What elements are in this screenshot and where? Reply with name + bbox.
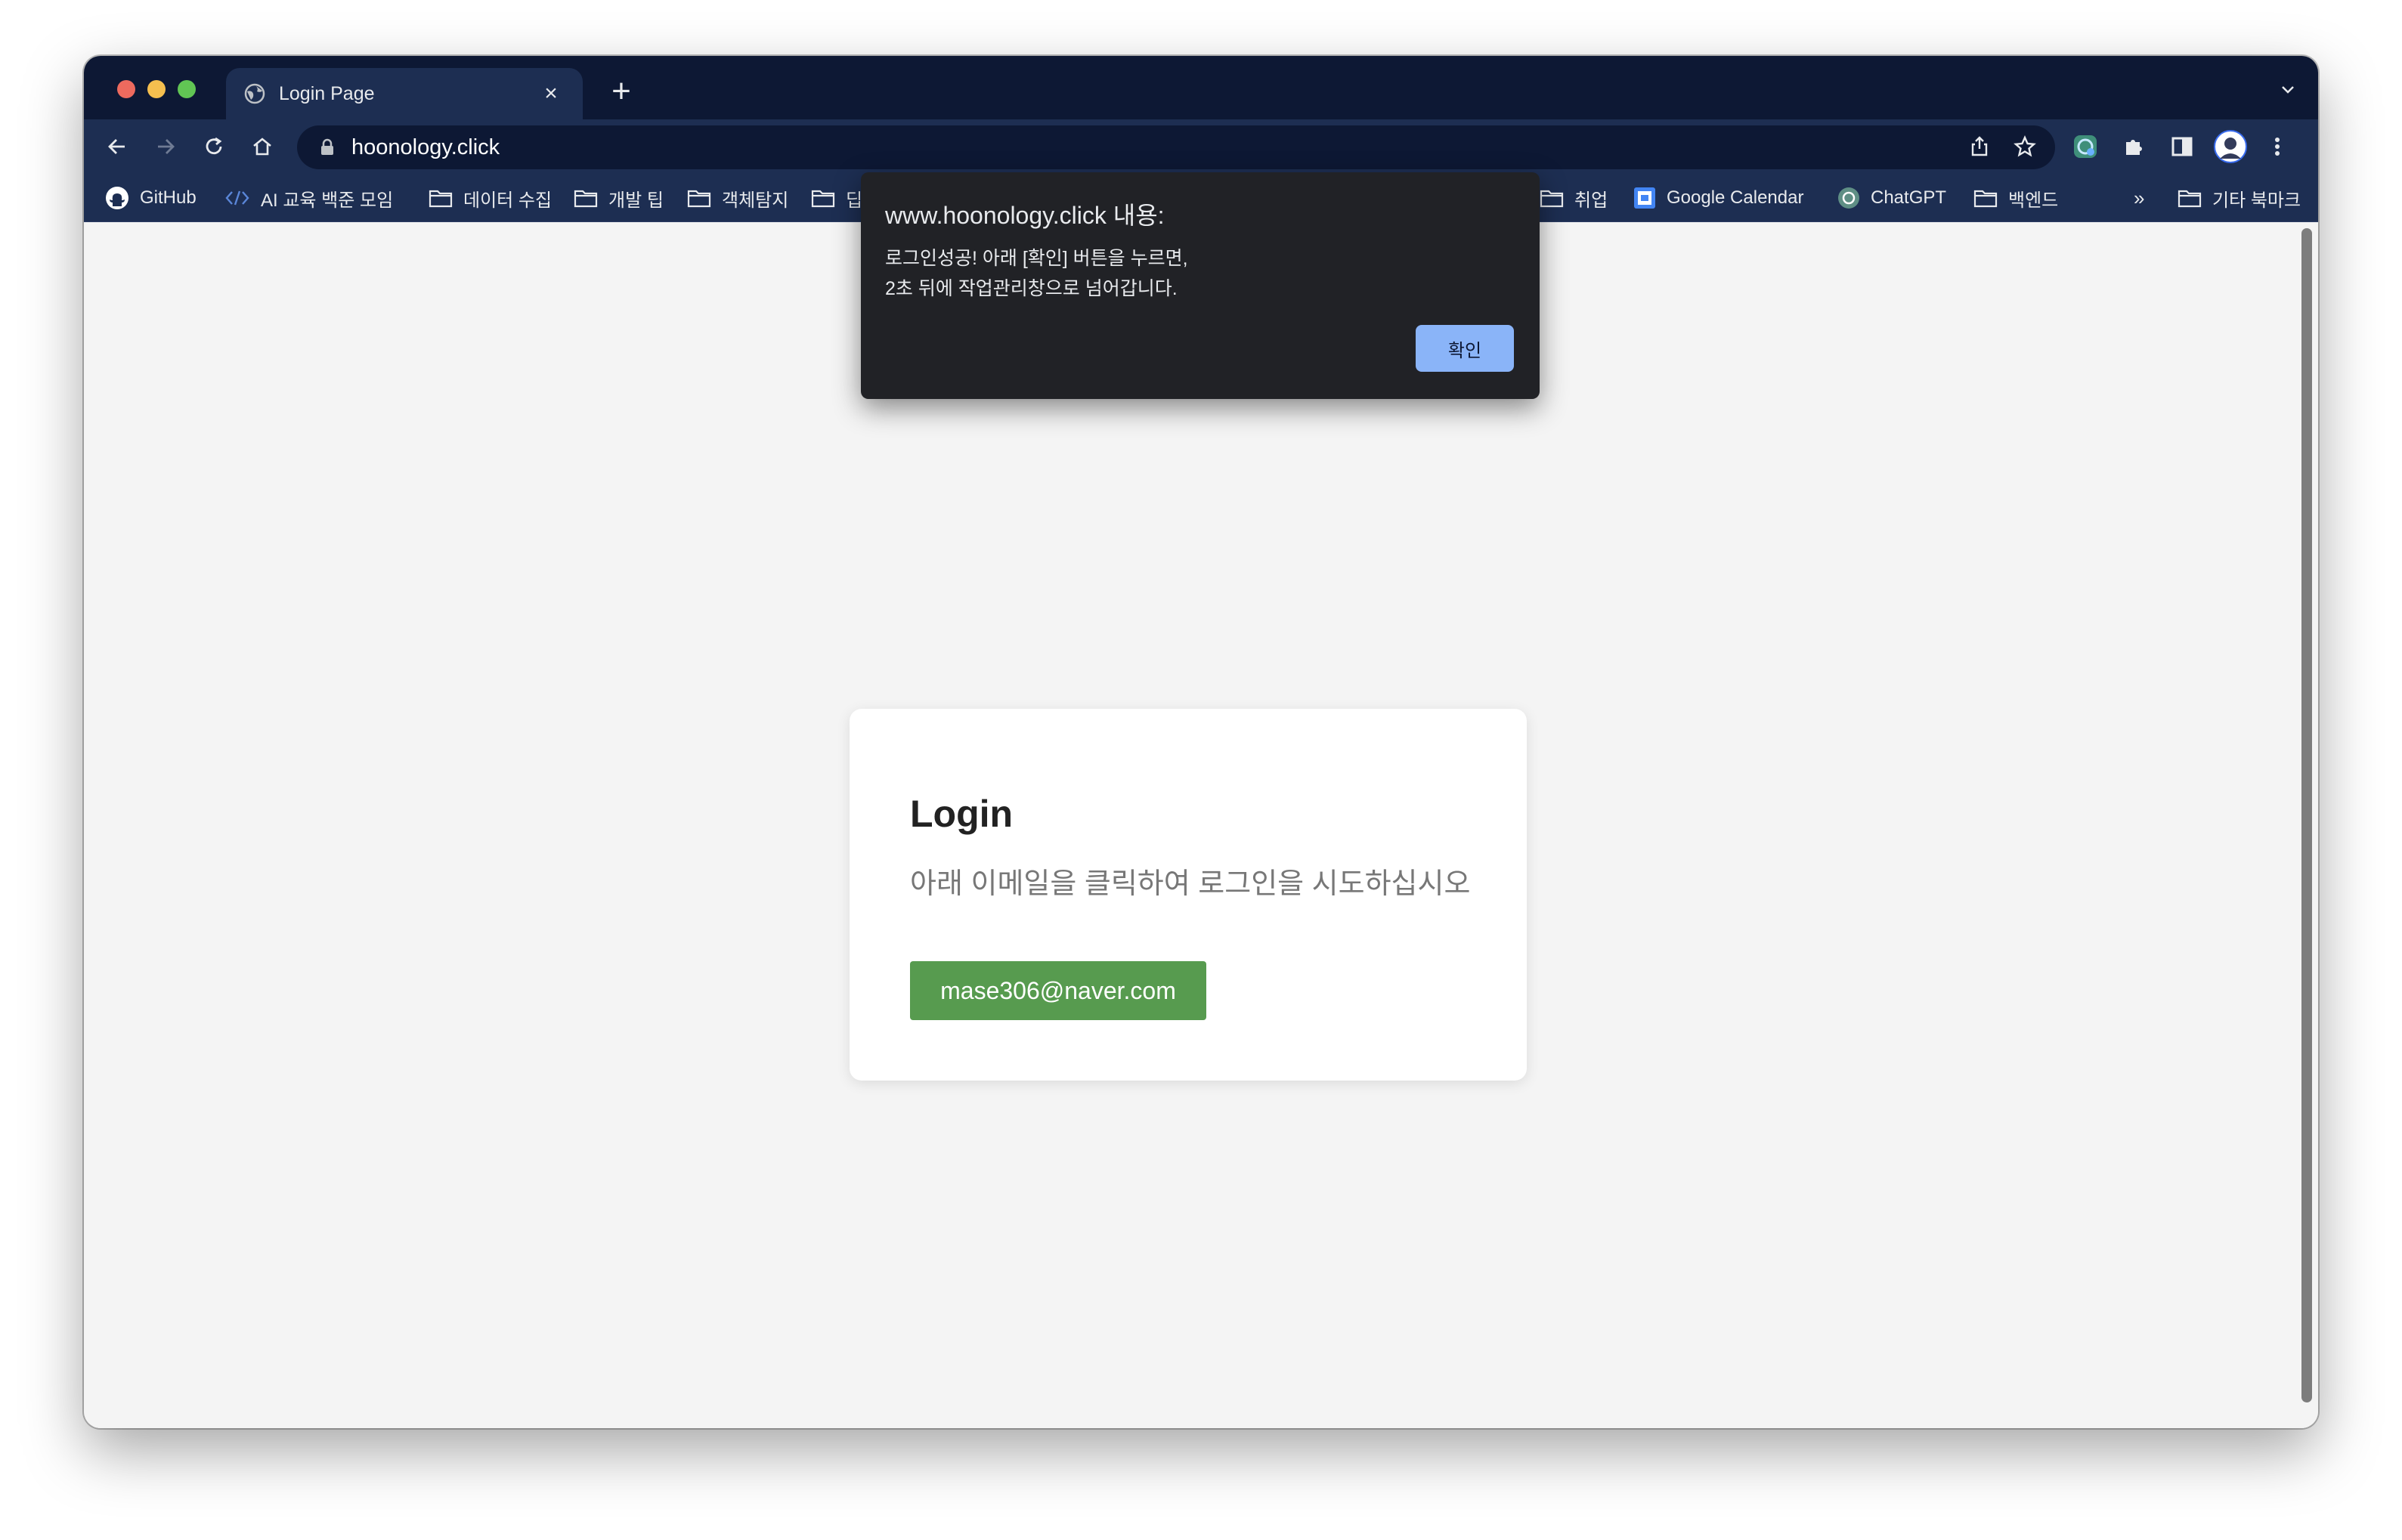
page-scrollbar[interactable]	[2301, 228, 2312, 1402]
bookmark-ai-study[interactable]: AI 교육 백준 모임	[224, 174, 393, 222]
side-panel-icon	[2171, 137, 2193, 156]
bookmark-folder-dev-tips[interactable]: 개발 팁	[574, 174, 664, 222]
extension-logo-icon	[2074, 135, 2097, 158]
folder-icon	[1973, 190, 1998, 208]
page-title: Login	[910, 793, 1014, 835]
tab-search-button[interactable]	[2279, 80, 2297, 102]
close-window-button[interactable]	[117, 80, 135, 98]
title-bar: Login Page × +	[84, 56, 2318, 119]
forward-button[interactable]	[150, 131, 181, 162]
bookmark-folder-backend[interactable]: 백엔드	[1973, 174, 2058, 222]
home-icon	[253, 138, 271, 156]
dialog-message-line: 2초 뒤에 작업관리창으로 넘어갑니다.	[885, 278, 1178, 299]
bookmark-folder-other[interactable]: 기타 북마크	[2178, 174, 2301, 222]
bookmark-folder-detection[interactable]: 객체탐지	[687, 174, 788, 222]
tab-close-button[interactable]: ×	[537, 81, 565, 107]
alert-dialog: www.hoonology.click 내용: 로그인성공! 아래 [확인] 버…	[861, 172, 1540, 399]
url-text: hoonology.click	[351, 135, 500, 159]
browser-menu-button[interactable]	[2261, 130, 2294, 163]
back-button[interactable]	[102, 131, 132, 162]
dialog-message-line: 로그인성공! 아래 [확인] 버튼을 누르면,	[885, 248, 1188, 269]
extension-button[interactable]	[2069, 130, 2102, 163]
browser-window: Login Page × + hoonology.click GitHub AI…	[84, 56, 2318, 1428]
bookmark-github[interactable]: GitHub	[105, 174, 197, 222]
bookmark-google-calendar[interactable]: Google Calendar	[1633, 174, 1803, 222]
chatgpt-icon	[1838, 187, 1859, 209]
chevron-down-icon	[2282, 86, 2294, 94]
dialog-title: www.hoonology.click 내용:	[885, 202, 1165, 229]
profile-avatar[interactable]	[2214, 130, 2247, 163]
login-card: Login 아래 이메일을 클릭하여 로그인을 시도하십시오 mase306@n…	[850, 709, 1527, 1081]
github-icon	[106, 187, 128, 209]
folder-icon	[2178, 190, 2202, 208]
share-icon	[1971, 136, 1988, 156]
reload-button[interactable]	[199, 131, 229, 162]
globe-icon	[244, 83, 265, 104]
folder-icon	[687, 190, 711, 208]
share-button[interactable]	[1967, 135, 1992, 162]
login-instructions: 아래 이메일을 클릭하여 로그인을 시도하십시오	[910, 868, 1471, 900]
new-tab-button[interactable]: +	[602, 73, 640, 110]
folder-icon	[429, 190, 453, 208]
address-bar[interactable]: hoonology.click	[297, 125, 2055, 169]
arrow-left-icon	[108, 139, 125, 154]
dialog-message: 로그인성공! 아래 [확인] 버튼을 누르면, 2초 뒤에 작업관리창으로 넘어…	[885, 243, 1505, 304]
folder-icon	[811, 190, 835, 208]
tab-login-page[interactable]: Login Page ×	[226, 68, 583, 119]
code-icon	[225, 190, 249, 206]
calendar-icon	[1634, 187, 1655, 209]
more-vertical-icon	[2275, 138, 2280, 156]
puzzle-icon	[2126, 140, 2142, 155]
maximize-window-button[interactable]	[178, 80, 196, 98]
bookmark-folder-data[interactable]: 데이터 수집	[429, 174, 552, 222]
folder-icon	[1540, 190, 1564, 208]
bookmark-folder-deep[interactable]: 딥	[811, 174, 862, 222]
arrow-right-icon	[158, 139, 175, 154]
bookmark-chatgpt[interactable]: ChatGPT	[1837, 174, 1946, 222]
extensions-menu-button[interactable]	[2117, 130, 2150, 163]
minimize-window-button[interactable]	[147, 80, 166, 98]
bookmarks-overflow-button[interactable]: »	[2134, 174, 2144, 222]
avatar-icon	[2214, 130, 2247, 163]
side-panel-button[interactable]	[2165, 130, 2199, 163]
folder-icon	[574, 190, 598, 208]
tab-title: Login Page	[279, 82, 375, 104]
reload-icon	[206, 137, 222, 155]
bookmark-folder-jobs[interactable]: 취업	[1540, 174, 1608, 222]
dialog-ok-button[interactable]: 확인	[1416, 325, 1514, 372]
lock-icon[interactable]	[320, 138, 335, 156]
bookmark-star-button[interactable]	[2013, 135, 2037, 162]
page-content: Login 아래 이메일을 클릭하여 로그인을 시도하십시오 mase306@n…	[84, 222, 2318, 1428]
home-button[interactable]	[247, 131, 277, 162]
toolbar: hoonology.click	[84, 119, 2318, 174]
email-login-button[interactable]: mase306@naver.com	[910, 961, 1206, 1020]
star-icon	[2014, 135, 2036, 157]
